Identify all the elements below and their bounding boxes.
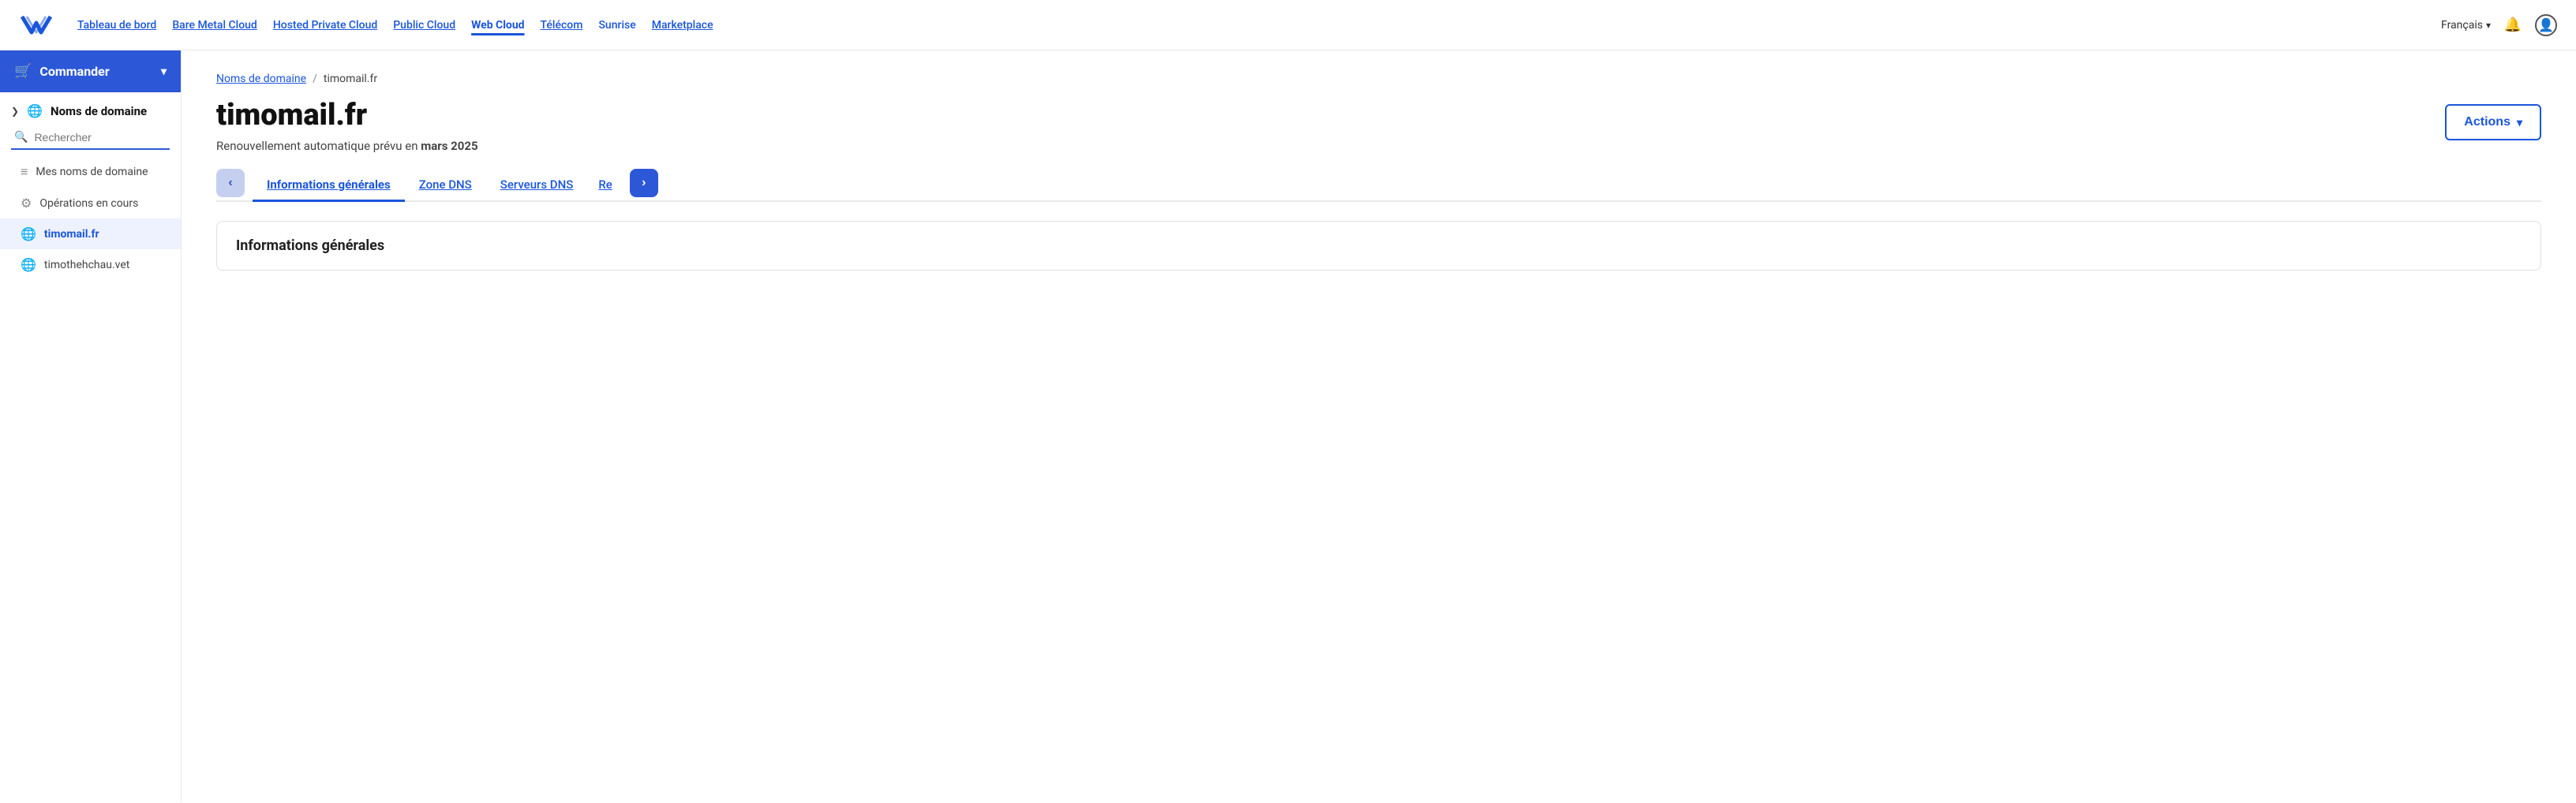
globe-icon: 🌐 [21, 226, 36, 241]
actions-button[interactable]: Actions ▾ [2445, 104, 2541, 140]
sidebar-item-mes-domaines[interactable]: ≡ Mes noms de domaine [0, 156, 181, 188]
globe-icon: 🌐 [27, 103, 43, 118]
nav-link-web-cloud[interactable]: Web Cloud [471, 19, 524, 32]
nav-link-bare-metal[interactable]: Bare Metal Cloud [172, 19, 257, 32]
sidebar-item-timothehchau[interactable]: 🌐 timothehchau.vet [0, 249, 181, 280]
sidebar-item-label: Mes noms de domaine [36, 166, 148, 178]
page-header-left: timomail.fr Renouvellement automatique p… [216, 98, 478, 153]
chevron-down-icon: ▾ [2486, 20, 2491, 31]
nav-link-public-cloud[interactable]: Public Cloud [393, 19, 455, 32]
sidebar-item-label: timomail.fr [44, 228, 99, 241]
sidebar-item-operations[interactable]: ⚙ Opérations en cours [0, 188, 181, 218]
sidebar-item-timomail[interactable]: 🌐 timomail.fr [0, 218, 181, 249]
nav-link-hosted-private[interactable]: Hosted Private Cloud [273, 19, 377, 32]
tab-prev-button[interactable]: ‹ [216, 169, 245, 197]
tab-zone-dns[interactable]: Zone DNS [405, 170, 486, 202]
section-title: Noms de domaine [51, 104, 147, 118]
globe-icon: 🌐 [21, 257, 36, 272]
tabs-row: ‹ Informations générales Zone DNS Serveu… [216, 169, 2541, 202]
sidebar-section-header: ❯ 🌐 Noms de domaine [0, 92, 181, 123]
breadcrumb-current: timomail.fr [324, 73, 377, 85]
commander-button-left: 🛒 Commander [14, 63, 110, 80]
tab-re[interactable]: Re [587, 170, 623, 202]
renewal-text: Renouvellement automatique prévu en mars… [216, 139, 478, 153]
nav-link-sunrise[interactable]: Sunrise [598, 19, 635, 32]
bell-icon[interactable]: 🔔 [2502, 14, 2524, 36]
nav-right: Français ▾ 🔔 👤 [2441, 14, 2557, 36]
sidebar-section-noms-de-domaine: ❯ 🌐 Noms de domaine 🔍 ≡ Mes noms de doma… [0, 92, 181, 280]
list-icon: ≡ [21, 164, 28, 180]
breadcrumb: Noms de domaine / timomail.fr [216, 73, 2541, 85]
tab-next-button[interactable]: › [630, 169, 658, 197]
chevron-down-icon: ❯ [11, 106, 19, 117]
nav-links: Tableau de bord Bare Metal Cloud Hosted … [77, 19, 2422, 32]
page-title: timomail.fr [216, 98, 478, 133]
commander-button[interactable]: 🛒 Commander ▾ [0, 50, 181, 92]
breadcrumb-link[interactable]: Noms de domaine [216, 73, 306, 85]
logo[interactable] [19, 10, 55, 40]
tab-informations[interactable]: Informations générales [253, 170, 405, 202]
language-selector[interactable]: Français ▾ [2441, 19, 2491, 32]
sidebar: 🛒 Commander ▾ ❯ 🌐 Noms de domaine 🔍 ≡ Me… [0, 50, 182, 802]
actions-label: Actions [2464, 115, 2510, 129]
language-label: Français [2441, 19, 2483, 32]
renewal-date: mars 2025 [421, 139, 477, 153]
breadcrumb-separator: / [313, 73, 317, 85]
commander-chevron-icon: ▾ [161, 65, 167, 78]
nav-link-telecom[interactable]: Télécom [541, 19, 583, 32]
layout: 🛒 Commander ▾ ❯ 🌐 Noms de domaine 🔍 ≡ Me… [0, 50, 2576, 802]
page-header: timomail.fr Renouvellement automatique p… [216, 98, 2541, 153]
cart-icon: 🛒 [14, 63, 32, 80]
sidebar-item-label: Opérations en cours [39, 197, 138, 210]
actions-chevron-icon: ▾ [2517, 116, 2522, 129]
nav-link-tableau[interactable]: Tableau de bord [77, 19, 156, 32]
main-content: Noms de domaine / timomail.fr timomail.f… [182, 50, 2576, 802]
top-navigation: Tableau de bord Bare Metal Cloud Hosted … [0, 0, 2576, 50]
nav-link-marketplace[interactable]: Marketplace [652, 19, 713, 32]
section-card: Informations générales [216, 221, 2541, 271]
search-box[interactable]: 🔍 [11, 126, 170, 150]
commander-label: Commander [39, 64, 109, 79]
section-card-title: Informations générales [236, 237, 2522, 254]
sidebar-item-label: timothehchau.vet [44, 259, 129, 271]
search-input[interactable] [34, 131, 167, 144]
tab-serveurs-dns[interactable]: Serveurs DNS [486, 170, 588, 202]
logo-icon [19, 10, 55, 40]
search-icon: 🔍 [14, 131, 28, 144]
user-icon[interactable]: 👤 [2535, 14, 2557, 36]
gear-icon: ⚙ [21, 196, 32, 211]
